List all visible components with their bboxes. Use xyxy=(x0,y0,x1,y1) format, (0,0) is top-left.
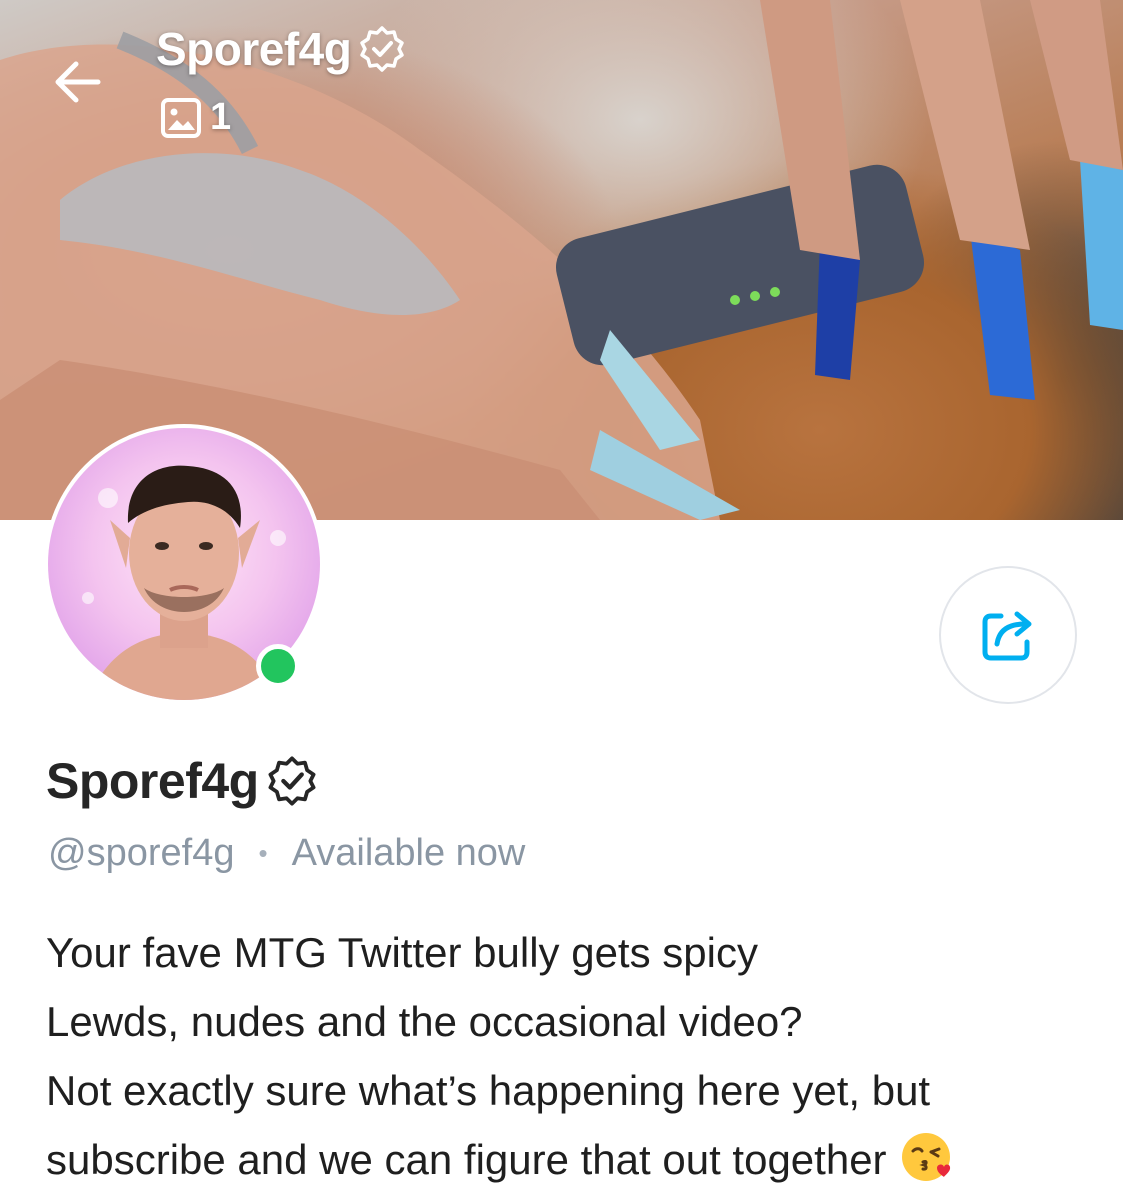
profile-handle[interactable]: @sporef4g xyxy=(48,832,234,875)
share-button[interactable] xyxy=(939,566,1077,704)
availability-status: Available now xyxy=(291,832,526,874)
media-count-value: 1 xyxy=(210,96,232,138)
bio-line-last: subscribe and we can figure that out tog… xyxy=(46,1125,1106,1194)
verified-badge-icon xyxy=(360,26,405,72)
profile-name: Sporef4g xyxy=(46,752,319,810)
separator-dot: • xyxy=(258,838,268,868)
online-status-indicator xyxy=(256,644,300,688)
back-button[interactable] xyxy=(48,52,108,112)
kissing-face-emoji-icon xyxy=(901,1133,950,1181)
bio-line: Your fave MTG Twitter bully gets spicy xyxy=(46,929,758,976)
bio-line-text: subscribe and we can figure that out tog… xyxy=(46,1136,887,1183)
bio-line: Lewds, nudes and the occasional video? xyxy=(46,998,803,1045)
profile-bio: Your fave MTG Twitter bully gets spicy L… xyxy=(46,918,1106,1194)
bio-line: Not exactly sure what’s happening here y… xyxy=(46,1067,931,1114)
share-icon xyxy=(982,611,1032,661)
cover-title: Sporef4g xyxy=(156,22,407,76)
profile-name-text: Sporef4g xyxy=(46,753,259,809)
verified-badge-icon xyxy=(268,756,316,806)
image-icon xyxy=(161,97,201,138)
media-count: 1 xyxy=(160,96,231,139)
handle-row: @sporef4g • Available now xyxy=(48,832,525,875)
cover-title-text: Sporef4g xyxy=(156,23,352,75)
arrow-left-icon xyxy=(55,61,101,103)
